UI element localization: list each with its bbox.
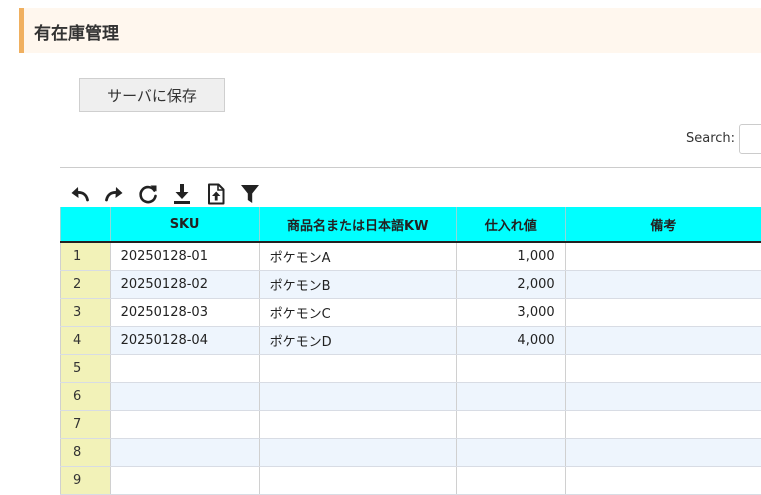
save-to-server-button[interactable]: サーバに保存 xyxy=(79,78,225,112)
cost-price-cell[interactable]: 1,000 xyxy=(456,242,565,270)
table-row[interactable]: 3 20250128-03 ポケモンC 3,000 xyxy=(61,298,761,326)
inventory-table: SKU 商品名または日本語KW 仕入れ値 備考 1 20250128-01 ポケ… xyxy=(60,207,761,495)
row-number: 2 xyxy=(61,270,111,298)
table-row[interactable]: 4 20250128-04 ポケモンD 4,000 xyxy=(61,326,761,354)
search-input[interactable] xyxy=(739,124,761,154)
table-row[interactable]: 9 xyxy=(61,466,761,494)
notes-cell[interactable] xyxy=(565,354,761,382)
product-name-cell[interactable]: ポケモンD xyxy=(259,326,456,354)
notes-cell[interactable] xyxy=(565,326,761,354)
filter-icon[interactable] xyxy=(238,182,262,206)
page-header: 有在庫管理 xyxy=(19,8,761,53)
product-name-cell[interactable] xyxy=(259,354,456,382)
row-number: 3 xyxy=(61,298,111,326)
redo-icon[interactable] xyxy=(102,182,126,206)
page-title: 有在庫管理 xyxy=(34,19,119,44)
undo-icon[interactable] xyxy=(68,182,92,206)
table-row[interactable]: 7 xyxy=(61,410,761,438)
notes-cell[interactable] xyxy=(565,382,761,410)
row-number: 5 xyxy=(61,354,111,382)
product-name-cell[interactable]: ポケモンA xyxy=(259,242,456,270)
row-number: 7 xyxy=(61,410,111,438)
sku-cell[interactable]: 20250128-04 xyxy=(110,326,259,354)
row-number: 8 xyxy=(61,438,111,466)
product-name-cell[interactable] xyxy=(259,466,456,494)
divider xyxy=(60,167,761,168)
table-row[interactable]: 5 xyxy=(61,354,761,382)
cost-price-cell[interactable]: 2,000 xyxy=(456,270,565,298)
notes-cell[interactable] xyxy=(565,298,761,326)
sku-cell[interactable]: 20250128-02 xyxy=(110,270,259,298)
column-header-sku[interactable]: SKU xyxy=(110,207,259,242)
table-row[interactable]: 2 20250128-02 ポケモンB 2,000 xyxy=(61,270,761,298)
row-number: 4 xyxy=(61,326,111,354)
column-header-cost-price[interactable]: 仕入れ値 xyxy=(456,207,565,242)
sku-cell[interactable]: 20250128-01 xyxy=(110,242,259,270)
search-label: Search: xyxy=(686,131,735,146)
cost-price-cell[interactable] xyxy=(456,466,565,494)
row-number-header[interactable] xyxy=(61,207,111,242)
download-icon[interactable] xyxy=(170,182,194,206)
notes-cell[interactable] xyxy=(565,270,761,298)
sku-cell[interactable]: 20250128-03 xyxy=(110,298,259,326)
notes-cell[interactable] xyxy=(565,466,761,494)
notes-cell[interactable] xyxy=(565,410,761,438)
sku-cell[interactable] xyxy=(110,410,259,438)
product-name-cell[interactable] xyxy=(259,410,456,438)
refresh-icon[interactable] xyxy=(136,182,160,206)
row-number: 6 xyxy=(61,382,111,410)
product-name-cell[interactable] xyxy=(259,382,456,410)
cost-price-cell[interactable]: 3,000 xyxy=(456,298,565,326)
column-header-notes[interactable]: 備考 xyxy=(565,207,761,242)
table-row[interactable]: 8 xyxy=(61,438,761,466)
cost-price-cell[interactable] xyxy=(456,354,565,382)
sku-cell[interactable] xyxy=(110,466,259,494)
sku-cell[interactable] xyxy=(110,382,259,410)
notes-cell[interactable] xyxy=(565,438,761,466)
sku-cell[interactable] xyxy=(110,354,259,382)
table-header-row: SKU 商品名または日本語KW 仕入れ値 備考 xyxy=(61,207,761,242)
column-header-product-name[interactable]: 商品名または日本語KW xyxy=(259,207,456,242)
product-name-cell[interactable]: ポケモンC xyxy=(259,298,456,326)
row-number: 9 xyxy=(61,466,111,494)
product-name-cell[interactable] xyxy=(259,438,456,466)
table-row[interactable]: 1 20250128-01 ポケモンA 1,000 xyxy=(61,242,761,270)
cost-price-cell[interactable] xyxy=(456,410,565,438)
cost-price-cell[interactable]: 4,000 xyxy=(456,326,565,354)
product-name-cell[interactable]: ポケモンB xyxy=(259,270,456,298)
sku-cell[interactable] xyxy=(110,438,259,466)
row-number: 1 xyxy=(61,242,111,270)
cost-price-cell[interactable] xyxy=(456,438,565,466)
cost-price-cell[interactable] xyxy=(456,382,565,410)
table-row[interactable]: 6 xyxy=(61,382,761,410)
upload-file-icon[interactable] xyxy=(204,182,228,206)
notes-cell[interactable] xyxy=(565,242,761,270)
